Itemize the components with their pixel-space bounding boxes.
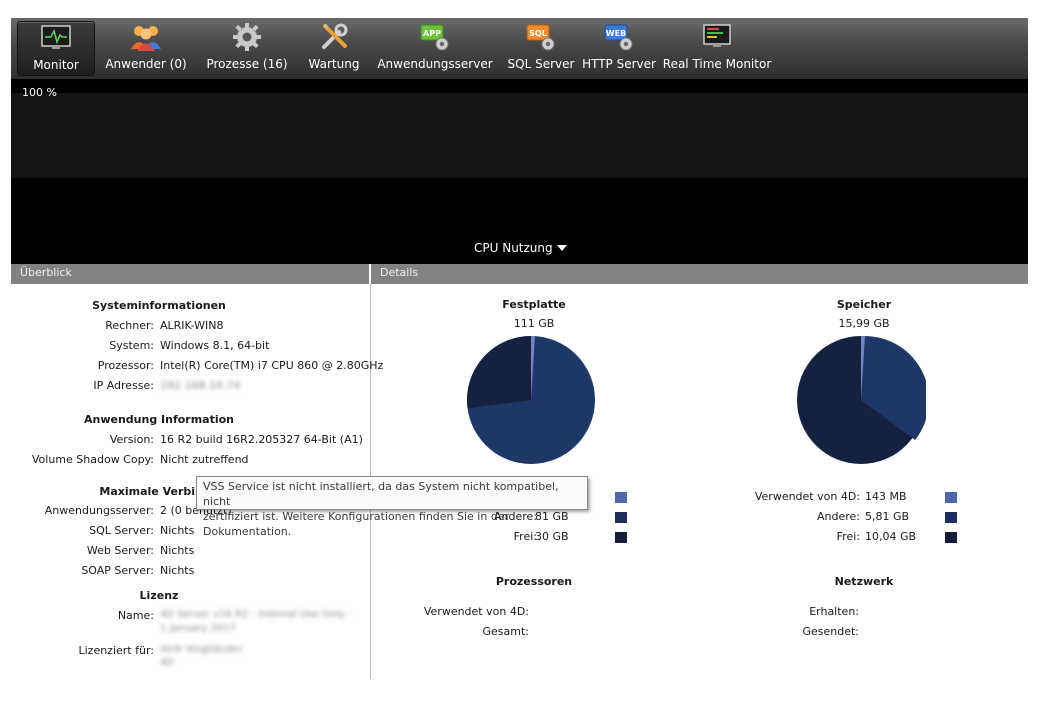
- disk-used-swatch: [615, 492, 627, 503]
- computer-key: Rechner:: [105, 319, 154, 332]
- cpu-usage-graph: 100 % CPU Nutzung: [11, 79, 1028, 264]
- license-name-value-1: 4D Server v16 R2 - Internal Use Only -: [160, 609, 352, 620]
- overview-header: Überblick: [11, 264, 369, 284]
- sql-server-icon: SQL: [524, 21, 558, 53]
- app-server-conn-key: Anwendungsserver:: [44, 504, 154, 517]
- graph-metric-selector[interactable]: CPU Nutzung: [474, 241, 567, 255]
- soap-server-conn-key: SOAP Server:: [81, 564, 154, 577]
- ip-address-key: IP Adresse:: [93, 379, 154, 392]
- web-server-conn-value: Nichts: [160, 544, 195, 557]
- tab-users[interactable]: Anwender (0): [105, 21, 187, 76]
- system-key: System:: [109, 339, 154, 352]
- tab-processes-label: Prozesse (16): [206, 57, 288, 71]
- memory-free-key: Frei:: [836, 530, 860, 543]
- svg-text:SQL: SQL: [529, 29, 547, 38]
- computer-value: ALRIK-WIN8: [160, 319, 224, 332]
- tab-monitor[interactable]: Monitor: [17, 21, 95, 76]
- memory-free-swatch: [945, 532, 957, 543]
- processors-used-key: Verwendet von 4D:: [423, 605, 529, 618]
- ip-address-value: 192.168.10.74: [160, 379, 241, 392]
- network-title: Netzwerk: [834, 575, 894, 588]
- details-header-label: Details: [380, 266, 419, 279]
- tab-processes[interactable]: Prozesse (16): [203, 21, 291, 76]
- app-server-icon: APP: [418, 21, 452, 53]
- disk-pie-chart: [467, 335, 595, 464]
- processor-value: Intel(R) Core(TM) i7 CPU 860 @ 2.80GHz: [160, 359, 384, 372]
- licensed-for-key: Lizenziert für:: [78, 644, 154, 657]
- licensed-for-value-1: Alrik Voigtländer: [160, 644, 243, 655]
- disk-free-swatch: [615, 532, 627, 543]
- tooltip-line-1: VSS Service ist nicht installiert, da da…: [203, 480, 559, 508]
- users-icon: [129, 21, 163, 53]
- memory-other-swatch: [945, 512, 957, 523]
- memory-free-value: 10,04 GB: [865, 530, 917, 543]
- tab-realtime-monitor-label: Real Time Monitor: [662, 57, 772, 71]
- tab-http-server-label: HTTP Server: [582, 57, 656, 71]
- tab-monitor-label: Monitor: [33, 58, 79, 72]
- tab-http-server[interactable]: WEB HTTP Server: [582, 21, 656, 76]
- disk-total: 111 GB: [513, 317, 555, 330]
- vss-key: Volume Shadow Copy:: [31, 453, 154, 466]
- system-value: Windows 8.1, 64-bit: [160, 339, 270, 352]
- tab-sql-server[interactable]: SQL SQL Server: [505, 21, 577, 76]
- tools-icon: [319, 21, 349, 53]
- realtime-monitor-icon: [702, 21, 732, 53]
- overview-header-label: Überblick: [20, 266, 72, 279]
- memory-total: 15,99 GB: [838, 317, 890, 330]
- web-server-icon: WEB: [602, 21, 636, 53]
- graph-percent-label: 100 %: [22, 86, 57, 99]
- memory-other-key: Andere:: [816, 510, 860, 523]
- gear-icon: [232, 21, 262, 53]
- processors-title: Prozessoren: [495, 575, 573, 588]
- graph-band: [11, 93, 1028, 178]
- details-header: Details: [371, 264, 1028, 284]
- vss-tooltip: VSS Service ist nicht installiert, da da…: [196, 476, 588, 538]
- disk-title: Festplatte: [502, 298, 566, 311]
- sql-server-conn-value: Nichts: [160, 524, 195, 537]
- memory-other-value: 5,81 GB: [865, 510, 910, 523]
- license-name-key: Name:: [117, 609, 154, 622]
- toolbar: Monitor Anwender (0) Prozesse (16) Wartu…: [11, 18, 1028, 79]
- memory-used-value: 143 MB: [865, 490, 907, 503]
- system-info-heading: Systeminformationen: [92, 299, 226, 312]
- disk-other-swatch: [615, 512, 627, 523]
- network-sent-key: Gesendet:: [802, 625, 859, 638]
- vss-value[interactable]: Nicht zutreffend: [160, 453, 249, 466]
- version-key: Version:: [109, 433, 154, 446]
- memory-pie-chart: [797, 335, 926, 464]
- app-info-heading: Anwendung Information: [83, 413, 235, 426]
- web-server-conn-key: Web Server:: [86, 544, 154, 557]
- soap-server-conn-value: Nichts: [160, 564, 195, 577]
- tab-app-server-label: Anwendungsserver: [377, 57, 493, 71]
- processors-total-key: Gesamt:: [482, 625, 530, 638]
- licensed-for-value-2: 4D: [160, 657, 175, 668]
- tooltip-line-2: zertifiziert ist. Weitere Konfiguratione…: [203, 510, 510, 538]
- processor-key: Prozessor:: [97, 359, 154, 372]
- svg-text:WEB: WEB: [606, 29, 626, 38]
- monitor-icon: [41, 22, 71, 54]
- tab-realtime-monitor[interactable]: Real Time Monitor: [662, 21, 772, 76]
- tab-users-label: Anwender (0): [105, 57, 187, 71]
- tab-maintenance-label: Wartung: [308, 57, 360, 71]
- sql-server-conn-key: SQL Server:: [89, 524, 154, 537]
- version-value: 16 R2 build 16R2.205327 64-Bit (A1): [160, 433, 363, 446]
- graph-metric-label: CPU Nutzung: [474, 241, 553, 255]
- tab-app-server[interactable]: APP Anwendungsserver: [377, 21, 493, 76]
- tab-maintenance[interactable]: Wartung: [301, 21, 367, 76]
- license-heading: Lizenz: [139, 589, 179, 602]
- tab-sql-server-label: SQL Server: [507, 57, 575, 71]
- disk-pie-free: [467, 336, 531, 409]
- memory-title: Speicher: [836, 298, 892, 311]
- license-name-value-2: 1 January 2017: [160, 623, 237, 634]
- chevron-down-icon: [556, 245, 567, 251]
- memory-used-swatch: [945, 492, 957, 503]
- memory-used-key: Verwendet von 4D:: [754, 490, 860, 503]
- network-received-key: Erhalten:: [809, 605, 859, 618]
- svg-text:APP: APP: [423, 29, 441, 38]
